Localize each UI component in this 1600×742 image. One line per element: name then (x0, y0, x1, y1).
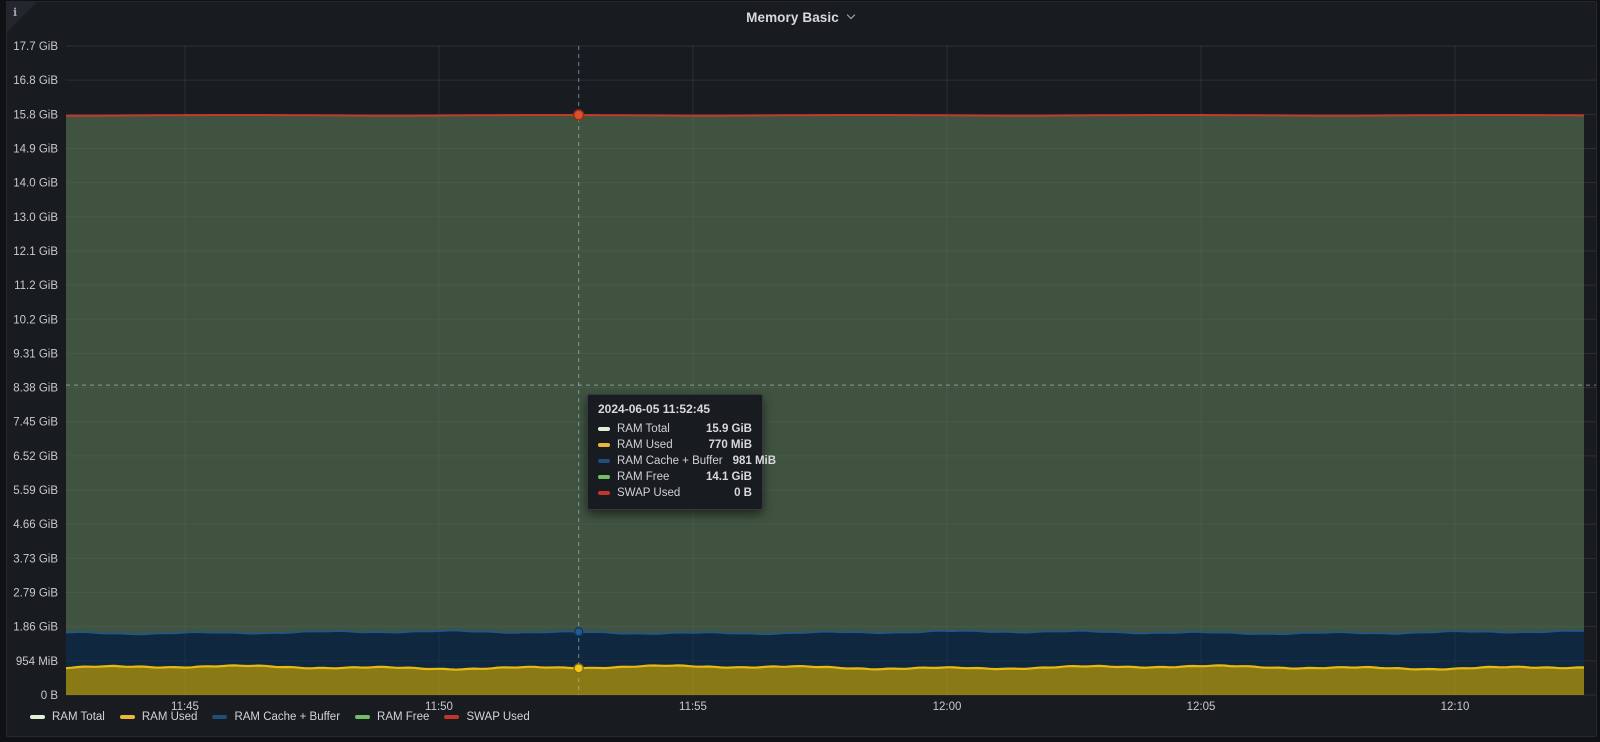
tooltip-series-value: 981 MiB (733, 455, 776, 467)
tooltip-timestamp: 2024-06-05 11:52:45 (598, 402, 752, 416)
series-color-swatch-icon (598, 459, 610, 463)
x-axis-label: 11:55 (679, 701, 707, 713)
area-ram-used (66, 665, 1584, 695)
y-axis-label: 13.0 GiB (13, 212, 58, 224)
legend-item[interactable]: SWAP Used (444, 711, 529, 723)
tooltip-series-value: 0 B (734, 487, 752, 499)
tooltip-series-value: 770 MiB (709, 439, 752, 451)
legend-label: RAM Total (52, 711, 105, 723)
legend-label: RAM Used (142, 711, 198, 723)
y-axis-label: 3.73 GiB (13, 553, 58, 565)
point-ram-used (574, 664, 583, 673)
x-axis-label: 12:10 (1441, 701, 1470, 713)
tooltip-row: RAM Cache + Buffer981 MiB (598, 453, 752, 469)
x-axis-label: 12:05 (1187, 701, 1216, 713)
series-color-swatch-icon (598, 427, 610, 431)
series-color-swatch-icon (444, 715, 459, 719)
series-color-swatch-icon (598, 475, 610, 479)
tooltip-series-label: RAM Used (617, 439, 699, 451)
y-axis-label: 5.59 GiB (13, 485, 58, 497)
tooltip-series-value: 14.1 GiB (706, 471, 752, 483)
tooltip-row: RAM Free 14.1 GiB (598, 469, 752, 485)
grafana-panel-memory-basic: i Memory Basic 0 B954 MiB1.86 GiB2.79 Gi… (0, 0, 1600, 742)
y-axis-label: 10.2 GiB (13, 314, 58, 326)
legend-label: RAM Free (377, 711, 429, 723)
y-axis-label: 14.9 GiB (13, 143, 58, 155)
y-axis-label: 16.8 GiB (13, 75, 58, 87)
y-axis-label: 15.8 GiB (13, 109, 58, 121)
series-color-swatch-icon (598, 491, 610, 495)
tooltip-series-label: RAM Cache + Buffer (617, 455, 723, 467)
legend-item[interactable]: RAM Total (30, 711, 105, 723)
legend-label: SWAP Used (466, 711, 529, 723)
legend-item[interactable]: RAM Free (355, 711, 429, 723)
series-color-swatch-icon (598, 443, 610, 447)
point-swap-used (574, 110, 584, 120)
legend-label: RAM Cache + Buffer (234, 711, 340, 723)
tooltip-row: RAM Used 770 MiB (598, 437, 752, 453)
y-axis-label: 2.79 GiB (13, 588, 58, 600)
y-axis-label: 17.7 GiB (13, 41, 58, 53)
tooltip-series-value: 15.9 GiB (706, 423, 752, 435)
y-axis-label: 9.31 GiB (13, 348, 58, 360)
x-axis-label: 12:00 (933, 701, 962, 713)
y-axis-label: 954 MiB (16, 656, 59, 668)
chart-tooltip: 2024-06-05 11:52:45 RAM Total15.9 GiBRAM… (587, 394, 763, 510)
tooltip-series-label: SWAP Used (617, 487, 724, 499)
y-axis-label: 8.38 GiB (13, 383, 58, 395)
tooltip-rows: RAM Total 15.9 GiB RAM Used 770 MiB RAM Cach… (598, 421, 752, 501)
y-axis-label: 14.0 GiB (13, 178, 58, 190)
chart-legend: RAM Total RAM Used RAM Cache + Buffer RAM F… (30, 711, 530, 723)
point-ram-cache-buffer (575, 628, 583, 636)
series-color-swatch-icon (120, 715, 135, 719)
tooltip-row: SWAP Used 0 B (598, 485, 752, 501)
y-axis-label: 6.52 GiB (13, 451, 58, 463)
y-axis-label: 0 B (41, 690, 59, 702)
series-color-swatch-icon (212, 715, 227, 719)
series-color-swatch-icon (30, 715, 45, 719)
tooltip-row: RAM Total 15.9 GiB (598, 421, 752, 437)
tooltip-series-label: RAM Free (617, 471, 696, 483)
y-axis-label: 4.66 GiB (13, 519, 58, 531)
y-axis-label: 11.2 GiB (14, 280, 58, 292)
series-color-swatch-icon (355, 715, 370, 719)
legend-item[interactable]: RAM Cache + Buffer (212, 711, 340, 723)
line-swap-used (66, 115, 1584, 116)
area-ram-cache-buffer (66, 630, 1584, 669)
y-axis-label: 7.45 GiB (13, 417, 58, 429)
y-axis-label: 12.1 GiB (13, 246, 58, 258)
legend-item[interactable]: RAM Used (120, 711, 198, 723)
y-axis-label: 1.86 GiB (13, 622, 58, 634)
chart-canvas[interactable]: 0 B 954 MiB 1.86 GiB 2.79 GiB 3.73 GiB 4.66 G… (0, 0, 1600, 742)
tooltip-series-label: RAM Total (617, 423, 696, 435)
area-ram-free (66, 115, 1584, 634)
